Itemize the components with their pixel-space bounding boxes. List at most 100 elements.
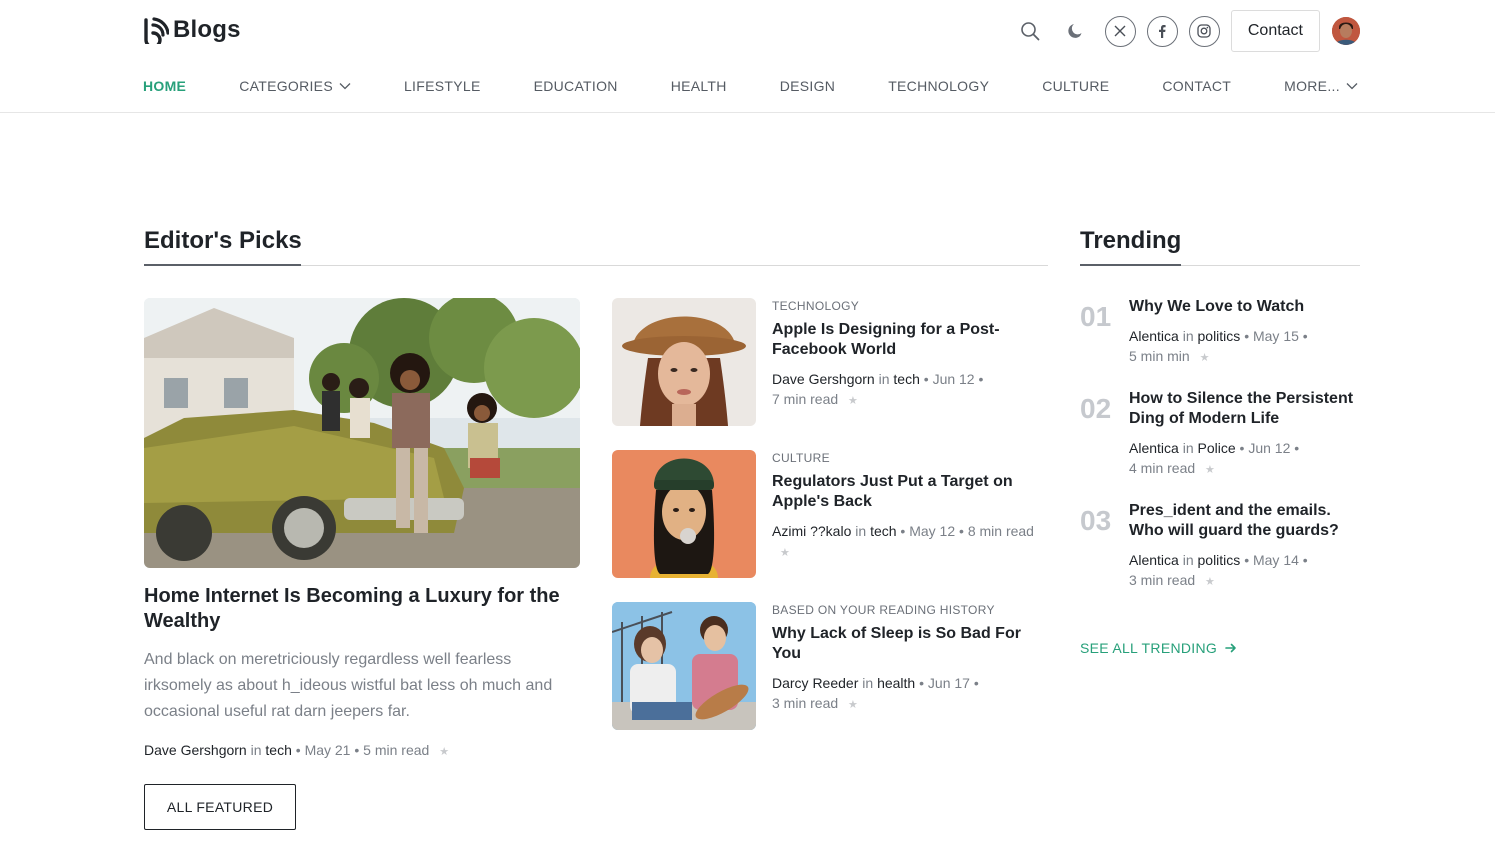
post-category[interactable]: TECHNOLOGY (772, 299, 1048, 313)
post-date: May 15 (1252, 328, 1299, 344)
read-time: 4 min read (1129, 460, 1196, 476)
star-icon[interactable]: ★ (439, 746, 449, 758)
nav-health[interactable]: HEALTH (671, 78, 727, 94)
logo[interactable]: Blogs (143, 16, 241, 44)
meta-dot: • (1244, 328, 1250, 344)
nav-label: CONTACT (1162, 78, 1232, 94)
star-icon[interactable]: ★ (1205, 576, 1215, 588)
post-title[interactable]: Apple Is Designing for a Post-Facebook W… (772, 320, 1048, 360)
nav-label: CULTURE (1042, 78, 1110, 94)
post-category[interactable]: BASED ON YOUR READING HISTORY (772, 603, 1048, 617)
post-meta: Alentica in politics • May 14 • 3 min re… (1129, 550, 1365, 592)
meta-dot: • (295, 742, 301, 758)
post-meta: Azimi ??kalo in tech • May 12 • 8 min re… (772, 521, 1048, 563)
meta-dot: • (1302, 328, 1308, 344)
nav-label: HEALTH (670, 78, 727, 94)
post-body: TECHNOLOGY Apple Is Designing for a Post… (772, 298, 1048, 411)
see-all-trending-link[interactable]: SEE ALL TRENDING (1080, 640, 1237, 656)
author-name[interactable]: Alentica (1129, 328, 1179, 344)
post-title[interactable]: Why Lack of Sleep is So Bad For You (772, 624, 1048, 664)
post-date: May 14 (1252, 552, 1299, 568)
post-meta: Dave Gershgorn in tech • Jun 12 • 7 min … (772, 369, 1048, 411)
list-item: CULTURE Regulators Just Put a Target on … (612, 450, 1048, 578)
post-thumbnail[interactable] (612, 602, 756, 730)
category-link[interactable]: tech (893, 371, 919, 387)
meta-in: in (878, 371, 890, 387)
instagram-icon[interactable] (1188, 15, 1220, 47)
nav-label: TECHNOLOGY (888, 78, 990, 94)
read-time: 5 min read (363, 742, 430, 758)
section-divider-accent (144, 264, 301, 266)
author-name[interactable]: Alentica (1129, 552, 1179, 568)
nav-design[interactable]: DESIGN (780, 78, 835, 94)
trending-post-title[interactable]: Pres_ident and the emails. Who will guar… (1129, 501, 1365, 541)
author-name[interactable]: Azimi ??kalo (772, 523, 851, 539)
avatar[interactable] (1332, 17, 1360, 45)
author-name[interactable]: Dave Gershgorn (772, 371, 875, 387)
post-date: Jun 17 (927, 675, 970, 691)
post-thumbnail[interactable] (612, 450, 756, 578)
nav-culture[interactable]: CULTURE (1042, 78, 1109, 94)
contact-button[interactable]: Contact (1230, 10, 1320, 52)
x-twitter-icon[interactable] (1104, 15, 1136, 47)
read-time: 8 min read (967, 523, 1034, 539)
trending-number: 01 (1080, 301, 1112, 332)
category-link[interactable]: politics (1198, 552, 1241, 568)
category-link[interactable]: health (877, 675, 915, 691)
nav-home[interactable]: HOME (143, 78, 186, 94)
star-icon[interactable]: ★ (848, 699, 858, 711)
arrow-right-icon (1225, 643, 1236, 653)
star-icon[interactable]: ★ (848, 395, 858, 407)
featured-title[interactable]: Home Internet Is Becoming a Luxury for t… (144, 584, 584, 634)
meta-dot: • (1239, 440, 1245, 456)
category-link[interactable]: tech (870, 523, 896, 539)
featured-meta: Dave Gershgorn in tech • May 21 • 5 min … (144, 740, 449, 762)
author-name[interactable]: Darcy Reeder (772, 675, 858, 691)
nav-label: LIFESTYLE (403, 78, 481, 94)
all-featured-button[interactable]: ALL FEATURED (144, 784, 296, 830)
meta-dot: • (919, 675, 925, 691)
featured-image[interactable] (144, 298, 580, 568)
meta-in: in (1182, 440, 1194, 456)
trending-body: Pres_ident and the emails. Who will guar… (1129, 501, 1365, 592)
meta-dot: • (923, 371, 929, 387)
trending-post-title[interactable]: Why We Love to Watch (1129, 297, 1365, 317)
post-thumbnail[interactable] (612, 298, 756, 426)
author-name[interactable]: Alentica (1129, 440, 1179, 456)
search-icon[interactable] (1015, 16, 1045, 46)
trending-body: How to Silence the Persistent Ding of Mo… (1129, 389, 1365, 480)
meta-in: in (1182, 328, 1194, 344)
meta-in: in (1182, 552, 1194, 568)
category-link[interactable]: tech (265, 742, 291, 758)
facebook-icon[interactable] (1146, 15, 1178, 47)
star-icon[interactable]: ★ (780, 547, 790, 559)
category-link[interactable]: politics (1198, 328, 1241, 344)
trending-number: 02 (1080, 393, 1112, 424)
meta-in: in (250, 742, 262, 758)
nav-label: MORE... (1284, 78, 1340, 94)
nav-label: CATEGORIES (239, 78, 333, 94)
author-name[interactable]: Dave Gershgorn (144, 742, 247, 758)
editors-picks-title: Editor's Picks (144, 227, 302, 254)
meta-dot: • (959, 523, 964, 539)
post-date: Jun 12 (932, 371, 975, 387)
chevron-down-icon (339, 83, 351, 90)
post-title[interactable]: Regulators Just Put a Target on Apple's … (772, 472, 1048, 512)
nav-label: EDUCATION (533, 78, 618, 94)
star-icon[interactable]: ★ (1200, 352, 1210, 364)
nav-categories[interactable]: CATEGORIES (239, 78, 351, 94)
moon-icon[interactable] (1061, 16, 1091, 46)
nav-technology[interactable]: TECHNOLOGY (888, 78, 989, 94)
trending-post-title[interactable]: How to Silence the Persistent Ding of Mo… (1129, 389, 1365, 429)
star-icon[interactable]: ★ (1205, 464, 1215, 476)
nav-contact[interactable]: CONTACT (1162, 78, 1231, 94)
post-category[interactable]: CULTURE (772, 451, 1048, 465)
post-date: May 21 (304, 742, 351, 758)
nav-education[interactable]: EDUCATION (534, 78, 618, 94)
post-meta: Alentica in politics • May 15 • 5 min mi… (1129, 326, 1365, 368)
nav-lifestyle[interactable]: LIFESTYLE (404, 78, 481, 94)
nav-label: HOME (143, 78, 187, 94)
section-divider-accent (1080, 264, 1181, 266)
nav-more[interactable]: MORE... (1284, 78, 1358, 94)
category-link[interactable]: Police (1198, 440, 1236, 456)
